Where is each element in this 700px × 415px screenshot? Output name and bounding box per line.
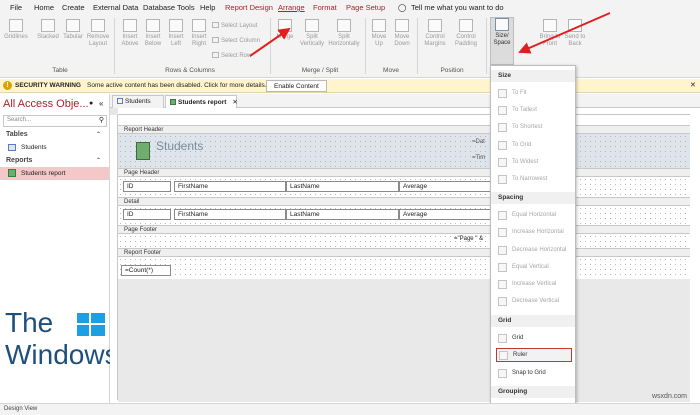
status-bar: Design View <box>0 403 700 415</box>
arrow-to-size-space <box>518 12 611 54</box>
site-watermark: wsxdn.com <box>652 393 688 400</box>
annotation-arrows <box>249 12 611 57</box>
status-text: Design View <box>4 406 38 412</box>
arrow-to-arrange <box>249 27 291 57</box>
